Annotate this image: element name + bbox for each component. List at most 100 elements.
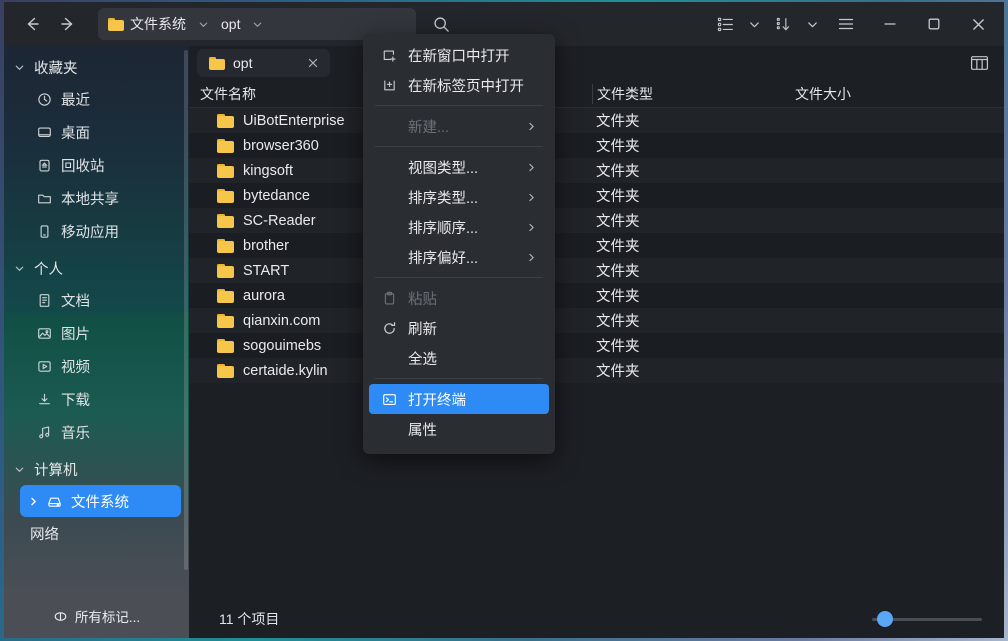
sort-dropdown[interactable] xyxy=(800,7,824,41)
menu-item: 新建... xyxy=(369,111,549,141)
menu-item[interactable]: 在新窗口中打开 xyxy=(369,40,549,70)
menu-item[interactable]: 排序类型... xyxy=(369,182,549,212)
forward-button[interactable] xyxy=(50,9,86,39)
sidebar-group-computer[interactable]: 计算机 xyxy=(4,454,189,484)
file-name-label: SC-Reader xyxy=(243,212,316,229)
sort-button[interactable] xyxy=(766,7,800,41)
folder-icon xyxy=(217,213,234,228)
sidebar-group-favorites[interactable]: 收藏夹 xyxy=(4,52,189,82)
menu-item-label: 排序偏好... xyxy=(408,250,479,267)
menu-item-label: 在新标签页中打开 xyxy=(408,78,524,95)
table-row[interactable]: aurora 文件夹 xyxy=(189,283,1004,308)
breadcrumb-current[interactable]: opt xyxy=(221,16,240,32)
menu-item[interactable]: 排序偏好... xyxy=(369,242,549,272)
download-icon xyxy=(36,391,52,407)
file-type-cell: 文件夹 xyxy=(596,139,640,155)
chevron-down-icon[interactable] xyxy=(192,19,215,30)
menu-item-label: 刷新 xyxy=(408,321,437,338)
file-name-label: browser360 xyxy=(243,137,319,154)
menu-item[interactable]: 全选 xyxy=(369,343,549,373)
chevron-down-icon-2[interactable] xyxy=(246,19,269,30)
main-menu-button[interactable] xyxy=(824,2,868,46)
menu-item[interactable]: 刷新 xyxy=(369,313,549,343)
table-row[interactable]: sogouimebs 文件夹 xyxy=(189,333,1004,358)
menu-item[interactable]: 在新标签页中打开 xyxy=(369,70,549,100)
new-tab-icon xyxy=(381,77,397,93)
sidebar-item-recent[interactable]: 最近 xyxy=(20,83,181,115)
close-icon[interactable] xyxy=(306,56,320,70)
sidebar-item-label: 文档 xyxy=(61,293,90,310)
chevron-right-icon[interactable] xyxy=(28,496,39,507)
column-header-size[interactable]: 文件大小 xyxy=(795,84,995,104)
menu-item[interactable]: 排序顺序... xyxy=(369,212,549,242)
sidebar-scrollbar[interactable] xyxy=(184,50,188,570)
zoom-slider[interactable] xyxy=(872,611,982,627)
sidebar-item-filesystem[interactable]: 文件系统 xyxy=(20,485,181,517)
status-bar: 11 个项目 xyxy=(189,600,1004,638)
breadcrumb-root[interactable]: 文件系统 xyxy=(108,14,186,34)
column-header-row: 文件名称 文件类型 文件大小 xyxy=(189,80,1004,108)
sidebar-item-pictures[interactable]: 图片 xyxy=(20,317,181,349)
minimize-button[interactable] xyxy=(868,2,912,46)
folder-icon xyxy=(217,163,234,178)
sidebar-group-label: 收藏夹 xyxy=(34,60,78,77)
table-row[interactable]: browser360 文件夹 xyxy=(189,133,1004,158)
file-type-cell: 文件夹 xyxy=(596,164,640,180)
sidebar-all-tags-label: 所有标记... xyxy=(74,610,141,625)
sidebar-item-music[interactable]: 音乐 xyxy=(20,416,181,448)
back-button[interactable] xyxy=(14,9,50,39)
clock-icon xyxy=(36,91,52,107)
sidebar-item-label: 视频 xyxy=(61,359,90,376)
sidebar-group-network[interactable]: 网络 xyxy=(4,518,189,548)
file-type-cell: 文件夹 xyxy=(596,214,640,230)
table-row[interactable]: SC-Reader 文件夹 xyxy=(189,208,1004,233)
sidebar-group-label: 计算机 xyxy=(34,462,78,479)
breadcrumb-current-label: opt xyxy=(221,16,241,32)
breadcrumb-root-label: 文件系统 xyxy=(130,16,186,32)
sidebar-item-label: 桌面 xyxy=(61,125,90,142)
menu-item[interactable]: 属性 xyxy=(369,414,549,444)
menu-item[interactable]: 打开终端 xyxy=(369,384,549,414)
arrow-left-icon xyxy=(22,14,42,34)
maximize-button[interactable] xyxy=(912,2,956,46)
table-row[interactable]: kingsoft 文件夹 xyxy=(189,158,1004,183)
table-row[interactable]: certaide.kylin 文件夹 xyxy=(189,358,1004,383)
sidebar-item-label: 下载 xyxy=(61,392,90,409)
table-row[interactable]: brother 文件夹 xyxy=(189,233,1004,258)
file-type-cell: 文件夹 xyxy=(596,189,640,205)
sidebar-item-mobile-apps[interactable]: 移动应用 xyxy=(20,215,181,247)
tab-opt[interactable]: opt xyxy=(197,49,331,77)
file-name-label: UiBotEnterprise xyxy=(243,112,345,129)
view-mode-dropdown[interactable] xyxy=(742,7,766,41)
table-row[interactable]: qianxin.com 文件夹 xyxy=(189,308,1004,333)
view-mode-button[interactable] xyxy=(708,7,742,41)
zoom-slider-knob[interactable] xyxy=(877,611,893,627)
chevron-down-icon xyxy=(748,18,761,31)
sidebar-group-personal[interactable]: 个人 xyxy=(4,253,189,283)
sidebar-item-trash[interactable]: 回收站 xyxy=(20,149,181,181)
menu-item-label: 粘贴 xyxy=(408,291,437,308)
file-type-cell: 文件夹 xyxy=(596,264,640,280)
columns-panel-icon[interactable] xyxy=(966,52,992,74)
drive-icon xyxy=(46,493,62,509)
chevron-right-icon xyxy=(526,192,537,203)
close-button[interactable] xyxy=(956,2,1000,46)
chevron-down-icon xyxy=(14,263,26,274)
table-row[interactable]: UiBotEnterprise 文件夹 xyxy=(189,108,1004,133)
chevron-down-icon xyxy=(14,464,26,475)
file-type-cell: 文件夹 xyxy=(596,114,640,130)
table-row[interactable]: START 文件夹 xyxy=(189,258,1004,283)
file-name-label: kingsoft xyxy=(243,162,293,179)
sidebar-all-tags[interactable]: 所有标记... xyxy=(4,594,189,638)
sidebar-item-label: 移动应用 xyxy=(61,224,119,241)
terminal-icon xyxy=(381,391,397,407)
sidebar-item-downloads[interactable]: 下载 xyxy=(20,383,181,415)
table-row[interactable]: bytedance 文件夹 xyxy=(189,183,1004,208)
column-header-type[interactable]: 文件类型 xyxy=(592,83,795,104)
search-button[interactable] xyxy=(432,15,451,34)
sidebar-item-local-share[interactable]: 本地共享 xyxy=(20,182,181,214)
sidebar-item-documents[interactable]: 文档 xyxy=(20,284,181,316)
menu-item[interactable]: 视图类型... xyxy=(369,152,549,182)
sidebar-item-videos[interactable]: 视频 xyxy=(20,350,181,382)
sidebar-item-desktop[interactable]: 桌面 xyxy=(20,116,181,148)
